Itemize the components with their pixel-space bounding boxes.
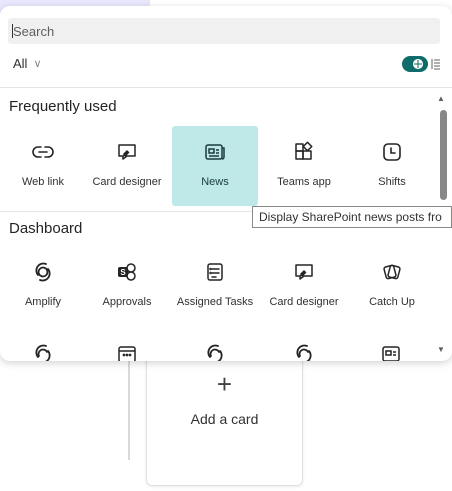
card-partial[interactable]	[0, 328, 86, 361]
search-input[interactable]	[8, 18, 440, 44]
card-label: Assigned Tasks	[176, 296, 254, 308]
amplify-icon	[35, 262, 51, 282]
clock-icon	[383, 143, 401, 161]
card-partial[interactable]	[84, 328, 170, 361]
amplify-icon	[207, 344, 223, 361]
card-label: Card designer	[269, 296, 339, 308]
card-label: Card designer	[92, 176, 162, 188]
chevron-down-icon: ∨	[33, 58, 42, 70]
card-label: News	[201, 176, 229, 188]
scroll-up-arrow[interactable]: ▲	[437, 94, 445, 103]
list-view-icon[interactable]	[431, 58, 441, 70]
view-toggle[interactable]	[402, 56, 428, 72]
text-caret	[12, 24, 13, 38]
card-picker-panel: All ∨ Frequently used Web link Card desi…	[0, 6, 452, 361]
card-web-link[interactable]: Web link	[0, 126, 86, 206]
teams-app-icon	[295, 141, 313, 160]
card-label: Web link	[22, 176, 64, 188]
add-card-tile[interactable]: + Add a card	[146, 352, 303, 486]
scroll-down-arrow[interactable]: ▼	[437, 345, 445, 354]
card-designer-icon	[118, 144, 136, 160]
card-amplify[interactable]: Amplify	[0, 246, 86, 326]
approvals-icon: S	[118, 263, 136, 281]
section-title-frequently-used: Frequently used	[9, 98, 117, 115]
news-icon	[382, 346, 400, 361]
calendar-icon	[118, 346, 136, 361]
card-assigned-tasks[interactable]: Assigned Tasks	[172, 246, 258, 326]
card-partial[interactable]	[261, 328, 347, 361]
news-icon	[205, 144, 225, 160]
card-partial[interactable]	[349, 328, 435, 361]
catch-up-icon	[383, 264, 401, 280]
card-label: Amplify	[24, 296, 62, 308]
filter-dropdown[interactable]: All ∨	[13, 56, 42, 71]
filter-label: All	[13, 56, 28, 71]
dashboard-divider	[128, 360, 130, 460]
card-label: Teams app	[277, 176, 331, 188]
card-label: Approvals	[102, 296, 152, 308]
svg-text:S: S	[120, 268, 126, 277]
link-icon	[32, 146, 54, 158]
card-card-designer-2[interactable]: Card designer	[261, 246, 347, 326]
grid-view-icon	[413, 59, 423, 69]
card-news[interactable]: News	[172, 126, 258, 206]
amplify-icon	[35, 344, 51, 361]
section-title-dashboard: Dashboard	[9, 220, 83, 237]
card-label: Shifts	[378, 176, 406, 188]
card-partial[interactable]	[172, 328, 258, 361]
card-card-designer[interactable]: Card designer	[84, 126, 170, 206]
card-label: Catch Up	[369, 296, 415, 308]
divider	[0, 87, 452, 88]
card-catch-up[interactable]: Catch Up	[349, 246, 435, 326]
scrollbar-thumb[interactable]	[440, 110, 447, 200]
plus-icon: +	[216, 369, 233, 399]
amplify-icon	[296, 344, 312, 361]
card-approvals[interactable]: S Approvals	[84, 246, 170, 326]
card-teams-app[interactable]: Teams app	[261, 126, 347, 206]
add-card-label: Add a card	[190, 411, 259, 427]
assigned-tasks-icon	[207, 263, 223, 281]
card-shifts[interactable]: Shifts	[349, 126, 435, 206]
card-designer-icon	[295, 264, 313, 280]
tooltip: Display SharePoint news posts fro	[252, 206, 452, 228]
